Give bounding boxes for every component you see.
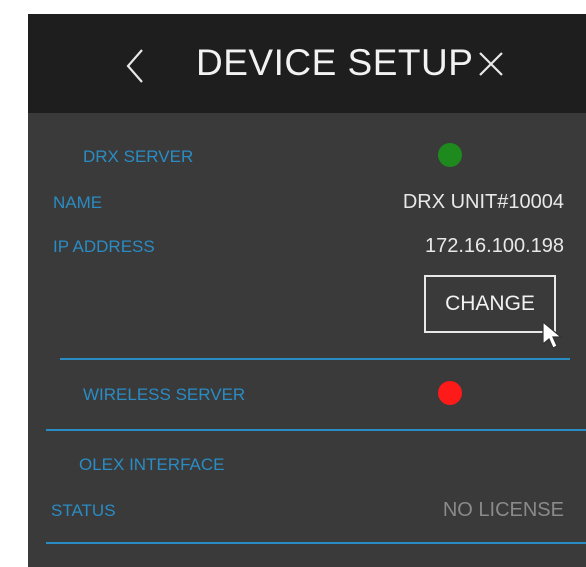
- page-title: DEVICE SETUP: [196, 42, 474, 83]
- close-button[interactable]: [474, 47, 508, 81]
- divider-wireless: [46, 429, 586, 431]
- close-icon: [479, 52, 503, 76]
- chevron-left-icon: [126, 49, 143, 83]
- olex-interface-label: OLEX INTERFACE: [79, 455, 225, 474]
- header-bar: DEVICE SETUP: [28, 14, 586, 113]
- change-button-label: CHANGE: [445, 292, 535, 315]
- wireless-server-status-indicator: [438, 381, 462, 405]
- wireless-server-label: WIRELESS SERVER: [83, 385, 246, 404]
- ip-address-value: 172.16.100.198: [424, 235, 564, 257]
- device-setup-panel: DEVICE SETUP DRX SERVER NAME DRX UNIT#10…: [28, 14, 586, 567]
- mouse-pointer-icon: [542, 320, 563, 349]
- status-label: STATUS: [51, 501, 116, 520]
- name-value: DRX UNIT#10004: [402, 191, 564, 213]
- name-label: NAME: [53, 193, 103, 212]
- drx-server-label: DRX SERVER: [83, 147, 194, 166]
- divider-olex: [46, 542, 586, 544]
- status-value: NO LICENSE: [442, 499, 564, 521]
- drx-server-status-indicator: [438, 143, 462, 167]
- back-button[interactable]: [120, 44, 150, 88]
- divider-drx: [60, 358, 570, 360]
- change-button[interactable]: CHANGE: [424, 275, 556, 333]
- ip-address-label: IP ADDRESS: [53, 237, 155, 256]
